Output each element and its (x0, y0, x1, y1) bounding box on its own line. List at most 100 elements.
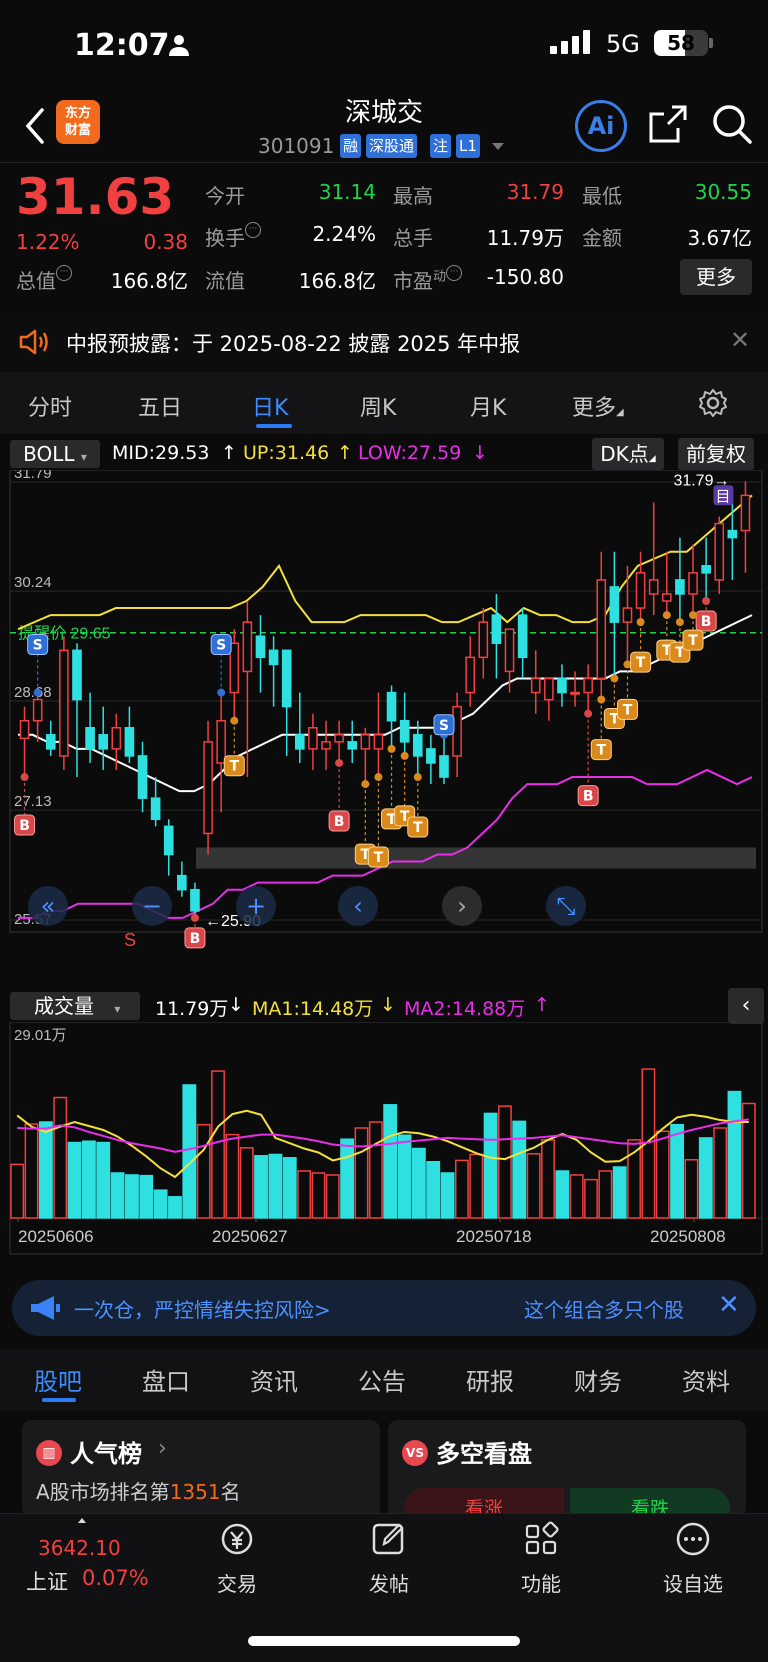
indicator-select[interactable]: BOLL ▾ (10, 440, 100, 468)
more-button[interactable]: 更多 (680, 259, 752, 295)
tab-forum[interactable]: 股吧 (34, 1362, 82, 1397)
nav-functions[interactable]: 功能 (486, 1520, 596, 1597)
volume-indicator-select[interactable]: 成交量 ▾ (10, 992, 140, 1020)
signal-badge-label: T (623, 702, 633, 718)
search-icon[interactable] (710, 102, 754, 146)
nav-add-watchlist[interactable]: 设自选 (638, 1520, 748, 1597)
volume-bar (125, 1174, 139, 1219)
candle-body (321, 741, 331, 750)
tab-intraday[interactable]: 分时 (28, 390, 72, 422)
chevron-down-icon[interactable] (492, 143, 504, 150)
tab-daily-k[interactable]: 日K (252, 390, 288, 422)
amount-label: 金额 (582, 226, 622, 250)
tab-profile[interactable]: 资料 (682, 1362, 730, 1397)
tag-registered: 注 (430, 134, 452, 158)
signal-dot (387, 744, 396, 753)
candle-body (216, 719, 226, 764)
zoom-in-icon[interactable]: + (236, 886, 276, 926)
signal-dot (374, 773, 383, 782)
low-label: 最低 (582, 184, 622, 208)
market-cap-label-text: 总值 (16, 269, 56, 293)
popularity-card[interactable]: ▥ 人气榜 › A股市场排名第1351名 (22, 1420, 380, 1520)
signal-dot (230, 716, 239, 725)
volume-bar (426, 1160, 441, 1219)
tab-research[interactable]: 研报 (466, 1362, 514, 1397)
turnover-label-text: 换手 (205, 226, 245, 250)
open-value: 31.14 (318, 180, 376, 204)
news-ticker[interactable]: 一次仓，严控情绪失控风险> 这个组合多只个股 ✕ (12, 1280, 756, 1336)
info-icon[interactable]: ··· (56, 265, 72, 281)
signal-badge-label: T (596, 743, 606, 759)
active-tab-indicator (256, 424, 292, 428)
scroll-right-icon[interactable]: › (442, 886, 482, 926)
low-value: 30.55 (694, 180, 752, 204)
volume-bar (569, 1174, 584, 1219)
bull-bear-card[interactable]: VS 多空看盘 看涨 看跌 (388, 1420, 746, 1520)
tab-order-book[interactable]: 盘口 (142, 1362, 190, 1397)
change-amount: 0.38 (143, 230, 188, 254)
candle-body (255, 635, 266, 659)
adjust-button[interactable]: 前复权 (678, 438, 754, 470)
candle-body (635, 572, 646, 609)
notice-bar[interactable]: 中报预披露：于 2025-08-22 披露 2025 年中报 ✕ (0, 312, 768, 372)
close-icon[interactable]: ✕ (730, 326, 750, 354)
candle-body (163, 825, 174, 856)
scroll-left-icon[interactable]: ‹ (338, 886, 378, 926)
tab-announcements[interactable]: 公告 (358, 1362, 406, 1397)
tab-financials[interactable]: 财务 (574, 1362, 622, 1397)
zoom-in-icon-glyph: + (246, 892, 266, 920)
candle-body (439, 755, 449, 778)
nav-trade[interactable]: 交易 (182, 1520, 292, 1597)
settings-icon[interactable] (698, 388, 728, 418)
volume-bar (96, 1141, 111, 1219)
close-icon[interactable]: ✕ (718, 1290, 740, 1320)
index-change[interactable]: 0.07% (82, 1566, 149, 1590)
candle-body (19, 719, 30, 740)
candle-body (137, 755, 148, 799)
fullscreen-icon[interactable]: ⤡ (546, 886, 586, 926)
info-icon[interactable]: ··· (446, 265, 463, 281)
candle-body (294, 734, 305, 750)
volume-bar (368, 1121, 383, 1219)
volume-bar (684, 1159, 699, 1219)
volume-bar (239, 1147, 254, 1219)
candle-body (701, 565, 711, 574)
info-icon[interactable]: ··· (245, 222, 261, 238)
kline-chart[interactable]: 31.7930.2428.6827.1325.57提醒价 29.65←25.90… (0, 470, 768, 990)
tab-news[interactable]: 资讯 (250, 1362, 298, 1397)
volume-bar (24, 1123, 39, 1219)
volume-y-top-label: 29.01万 (14, 1027, 67, 1044)
ticker-text-right: 这个组合多只个股 (524, 1298, 684, 1322)
volume-chart[interactable]: 29.01万 20250606 20250627 20250718 20250808 (0, 1022, 768, 1262)
signal-badge-label: B (19, 818, 30, 834)
candle-body (740, 494, 751, 532)
signal-dot (400, 751, 409, 760)
ai-assistant-button[interactable]: Ai (575, 100, 627, 152)
boll-upper-line (17, 494, 753, 631)
nav-post[interactable]: 发帖 (334, 1520, 444, 1597)
candle-body (45, 734, 56, 750)
pe-label: 市盈动 ··· (393, 265, 463, 294)
index-name[interactable]: 上证 (26, 1566, 68, 1596)
tab-more[interactable]: 更多◢ (572, 390, 624, 422)
tab-monthly-k[interactable]: 月K (470, 390, 506, 422)
signal-dot (33, 688, 42, 697)
candle-body (661, 593, 672, 602)
double-left-icon[interactable]: « (28, 886, 68, 926)
candle-body (111, 727, 122, 750)
volume-bar (727, 1090, 742, 1219)
tab-five-day[interactable]: 五日 (138, 390, 182, 422)
tab-weekly-k[interactable]: 周K (360, 390, 396, 422)
dk-point-button[interactable]: DK点◢ (592, 438, 664, 470)
high-label: 最高 (393, 184, 433, 208)
volume-bar (268, 1153, 283, 1219)
zoom-out-icon[interactable]: − (132, 886, 172, 926)
volume-bar (655, 1130, 670, 1219)
index-value[interactable]: 3642.10 (38, 1536, 121, 1560)
chevron-right-icon: › (158, 1436, 167, 1461)
volume-bar (139, 1174, 154, 1219)
tab-more-label: 更多 (572, 396, 617, 421)
share-icon[interactable] (648, 104, 688, 144)
stock-code: 301091 (258, 134, 335, 158)
collapse-panel-button[interactable]: ‹ (728, 988, 764, 1024)
